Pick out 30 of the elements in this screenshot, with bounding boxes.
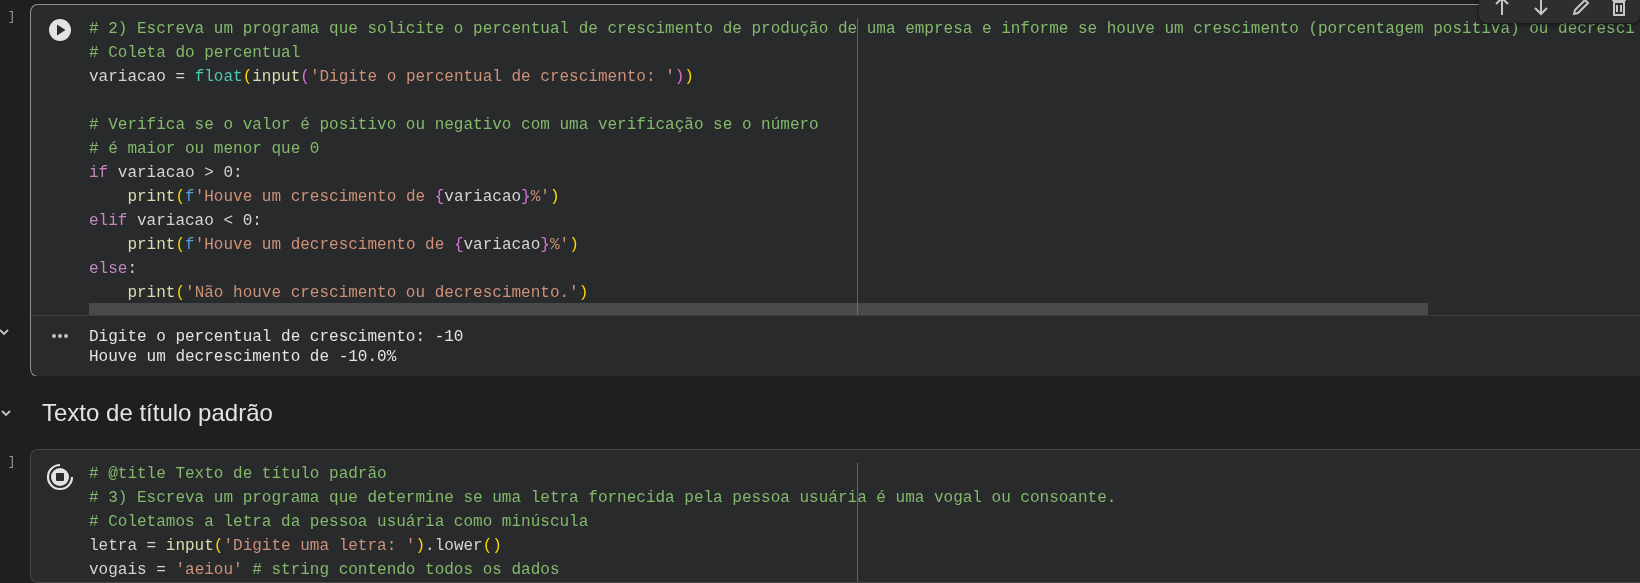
- arrow-down-icon[interactable]: [1532, 0, 1550, 17]
- code-line: # 2) Escreva um programa que solicite o percentual de crescimento de produção de uma empresa e informe se houve um crescimento (porcentagem positiva) ou decresci: [89, 19, 1635, 40]
- play-button[interactable]: [48, 18, 72, 42]
- code-line: # 3) Escreva um programa que determine se uma letra fornecida pela pessoa usuária é uma vogal ou consoante.: [89, 488, 1117, 510]
- trash-icon[interactable]: [1610, 0, 1628, 17]
- code-line: print(f'Houve um decrescimento de {variacao}%'): [127, 235, 579, 256]
- code-line: # Coleta do percentual: [89, 43, 301, 64]
- more-icon[interactable]: [51, 333, 69, 339]
- code-line: # Coletamos a letra da pessoa usuária como minúscula: [89, 512, 589, 534]
- scrollbar[interactable]: [89, 303, 1428, 315]
- code-line: else:: [89, 259, 137, 280]
- output-line: Houve um decrescimento de -10.0%: [89, 347, 398, 367]
- code-line: variacao = float(input('Digite o percentual de crescimento: ')): [89, 67, 694, 88]
- code-line: vogais = 'aeiou' # string contendo todos os dados: [89, 560, 560, 582]
- code-line: # @title Texto de título padrão: [89, 464, 387, 486]
- code-line: # é maior ou menor que 0: [89, 139, 320, 160]
- code-line: print(f'Houve um crescimento de {variacao}%'): [127, 187, 560, 208]
- pencil-icon[interactable]: [1571, 0, 1589, 17]
- code-line: # Verifica se o valor é positivo ou negativo com uma verificação se o número: [89, 115, 819, 136]
- code-line: if variacao > 0:: [89, 163, 243, 184]
- output-line: Digite o percentual de crescimento: -10: [89, 327, 465, 347]
- stop-button[interactable]: [46, 463, 74, 492]
- cell-bracket: ]: [8, 10, 16, 24]
- code-line: print('Não houve crescimento ou decrescimento.'): [127, 283, 589, 304]
- chevron-icon[interactable]: [0, 326, 10, 338]
- code-line: letra = input('Digite uma letra: ').lower(): [89, 536, 502, 558]
- section-heading: Texto de título padrão: [42, 398, 273, 427]
- cell-bracket: ]: [8, 455, 16, 470]
- code-line: elif variacao < 0:: [89, 211, 262, 232]
- arrow-up-icon[interactable]: [1493, 0, 1511, 17]
